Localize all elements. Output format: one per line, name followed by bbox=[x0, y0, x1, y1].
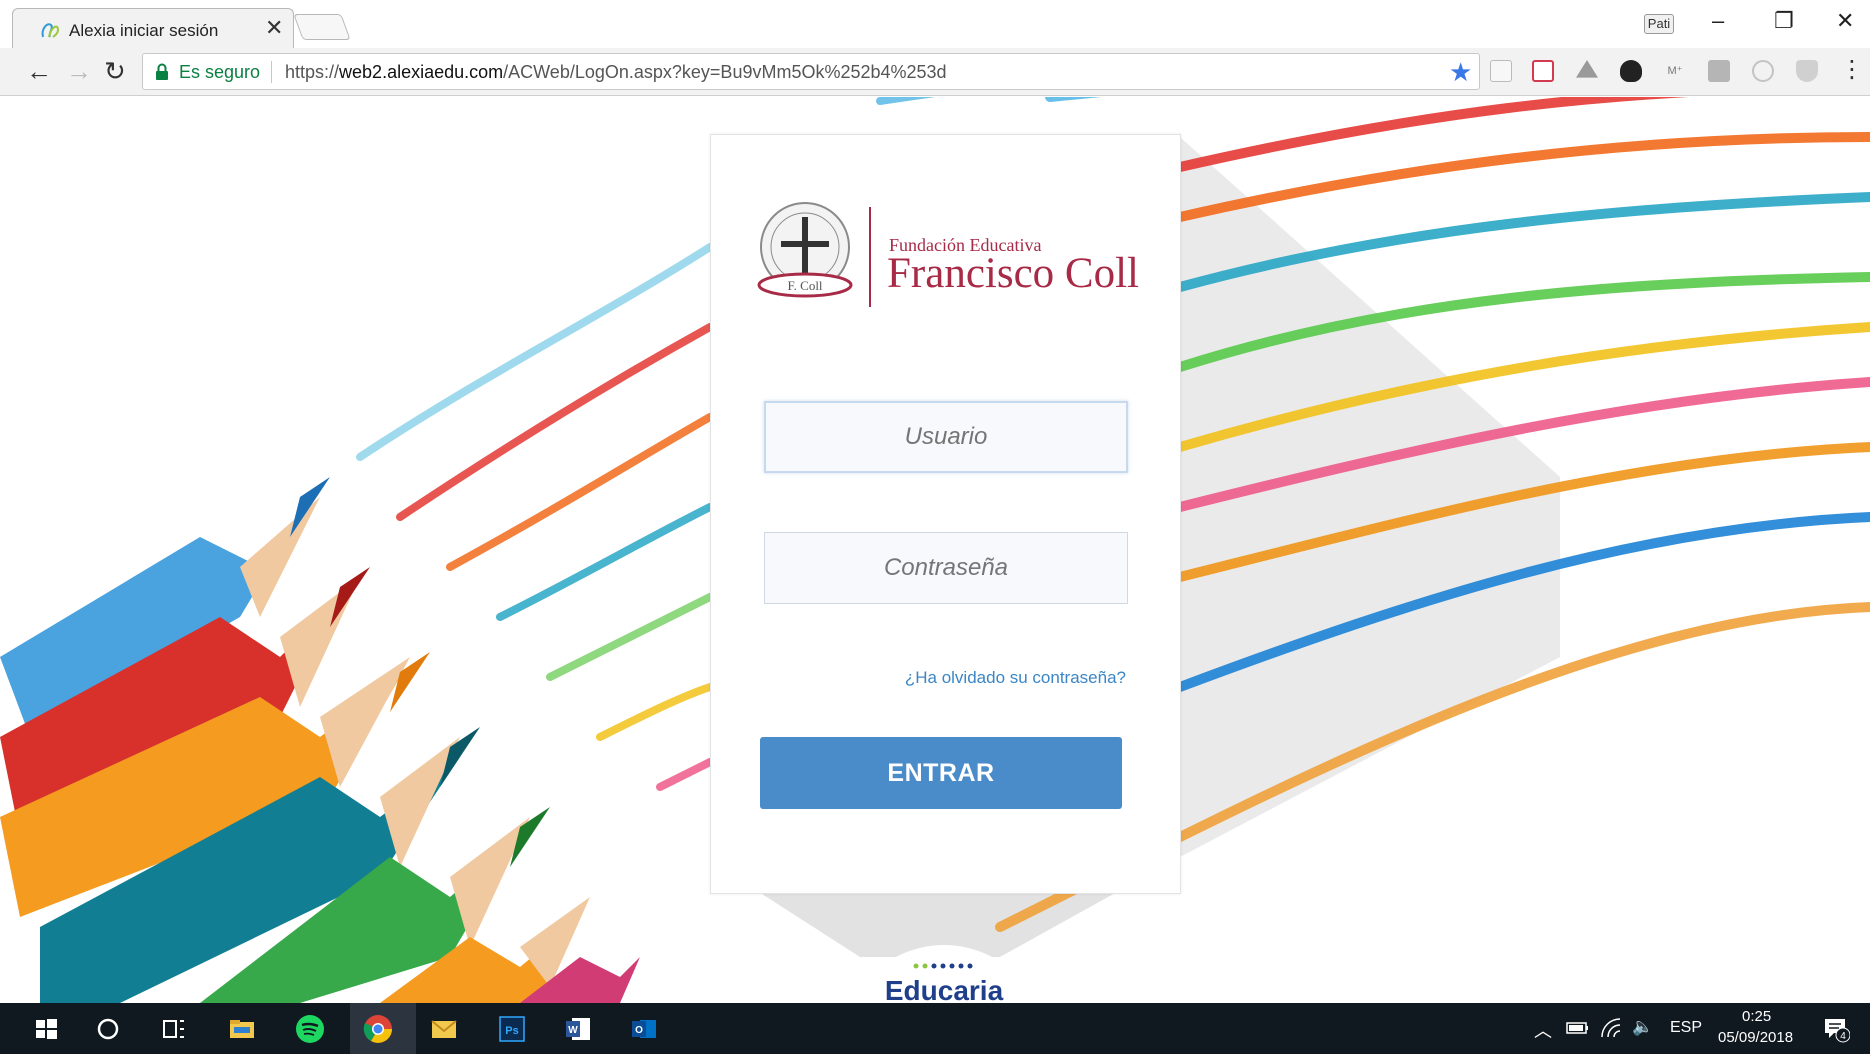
outlook-icon[interactable]: O bbox=[628, 1013, 660, 1045]
svg-text:Ps: Ps bbox=[505, 1025, 518, 1037]
browser-toolbar: ← → ↻ Es seguro https://web2.alexiaedu.c… bbox=[0, 48, 1870, 96]
circle-icon[interactable] bbox=[1752, 60, 1774, 82]
word-icon[interactable]: W bbox=[562, 1013, 594, 1045]
back-icon[interactable]: ← bbox=[26, 58, 52, 84]
spotify-icon[interactable] bbox=[294, 1013, 326, 1045]
cortana-icon[interactable] bbox=[92, 1013, 124, 1045]
password-input[interactable] bbox=[764, 532, 1128, 604]
url-host: web2.alexiaedu.com bbox=[339, 62, 504, 82]
close-window-icon[interactable]: ✕ bbox=[1836, 8, 1854, 34]
alexia-favicon-icon bbox=[41, 23, 60, 38]
notifications-icon[interactable]: 4 bbox=[1822, 1015, 1850, 1043]
lock-icon bbox=[156, 63, 168, 80]
svg-text:W: W bbox=[568, 1025, 578, 1036]
drive-icon[interactable] bbox=[1576, 60, 1598, 78]
educaria-logo-text: Educaria bbox=[884, 975, 1004, 1003]
login-page: F. Coll Fundación Educativa Francisco Co… bbox=[0, 97, 1870, 1003]
pdf-icon[interactable] bbox=[1708, 60, 1730, 82]
mega-icon[interactable]: M⁺ bbox=[1664, 60, 1686, 82]
volume-icon[interactable]: 🔈 bbox=[1632, 1017, 1653, 1037]
url-path: /ACWeb/LogOn.aspx?key=Bu9vMm5Ok%252b4%25… bbox=[503, 62, 947, 82]
login-card: F. Coll Fundación Educativa Francisco Co… bbox=[710, 134, 1181, 894]
address-bar[interactable]: Es seguro https://web2.alexiaedu.com/ACW… bbox=[142, 53, 1480, 90]
reload-icon[interactable]: ↻ bbox=[104, 58, 126, 84]
photoshop-icon[interactable]: Ps bbox=[496, 1013, 528, 1045]
language-indicator[interactable]: ESP bbox=[1670, 1019, 1702, 1037]
pocket-icon[interactable] bbox=[1532, 60, 1554, 82]
tray-expand-icon[interactable]: ︿ bbox=[1534, 1017, 1552, 1043]
battery-icon[interactable] bbox=[1566, 1019, 1590, 1037]
windows-taskbar: Ps W O ︿ 🔈 ESP 0:25 05/09/2018 4 bbox=[0, 1003, 1870, 1054]
notification-count: 4 bbox=[1840, 1031, 1846, 1042]
page-icon[interactable] bbox=[1490, 60, 1512, 82]
clock-date[interactable]: 05/09/2018 bbox=[1718, 1029, 1793, 1046]
omnibox-divider bbox=[271, 61, 272, 83]
forward-icon[interactable]: → bbox=[66, 58, 92, 84]
browser-tab[interactable]: Alexia iniciar sesión ✕ bbox=[12, 8, 294, 48]
new-tab-button[interactable] bbox=[293, 14, 351, 40]
minimize-icon[interactable]: – bbox=[1712, 8, 1724, 34]
restore-icon[interactable]: ❐ bbox=[1774, 8, 1794, 34]
browser-tab-strip: Alexia iniciar sesión ✕ Pati – ❐ ✕ bbox=[0, 0, 1870, 48]
clock-time[interactable]: 0:25 bbox=[1742, 1008, 1771, 1025]
svg-text:O: O bbox=[635, 1025, 643, 1036]
bookmark-star-icon[interactable]: ★ bbox=[1449, 57, 1472, 88]
logo-title: Francisco Coll bbox=[887, 250, 1139, 297]
tab-close-icon[interactable]: ✕ bbox=[265, 15, 283, 40]
forgot-password-link[interactable]: ¿Ha olvidado su contraseña? bbox=[905, 668, 1126, 688]
chrome-icon[interactable] bbox=[362, 1013, 394, 1045]
logo-divider bbox=[869, 207, 871, 307]
profile-button[interactable]: Pati bbox=[1644, 14, 1674, 34]
login-submit-button[interactable]: ENTRAR bbox=[760, 737, 1122, 809]
security-status: Es seguro bbox=[179, 62, 261, 82]
file-explorer-icon[interactable] bbox=[226, 1013, 258, 1045]
seal-label: F. Coll bbox=[787, 278, 822, 293]
francisco-coll-seal-logo: F. Coll bbox=[757, 202, 853, 298]
shield-icon[interactable] bbox=[1796, 60, 1818, 82]
browser-menu-icon[interactable]: ⋮ bbox=[1840, 58, 1864, 82]
mail-icon[interactable] bbox=[428, 1013, 460, 1045]
url-scheme: https:// bbox=[285, 62, 340, 82]
wifi-icon[interactable] bbox=[1600, 1017, 1622, 1039]
educaria-dots-icon bbox=[913, 963, 973, 969]
username-input[interactable] bbox=[764, 401, 1128, 473]
owl-icon[interactable] bbox=[1620, 60, 1642, 82]
url-text[interactable]: https://web2.alexiaedu.com/ACWeb/LogOn.a… bbox=[285, 62, 947, 83]
tab-title: Alexia iniciar sesión bbox=[69, 21, 219, 40]
start-icon[interactable] bbox=[30, 1013, 62, 1045]
task-view-icon[interactable] bbox=[158, 1013, 190, 1045]
